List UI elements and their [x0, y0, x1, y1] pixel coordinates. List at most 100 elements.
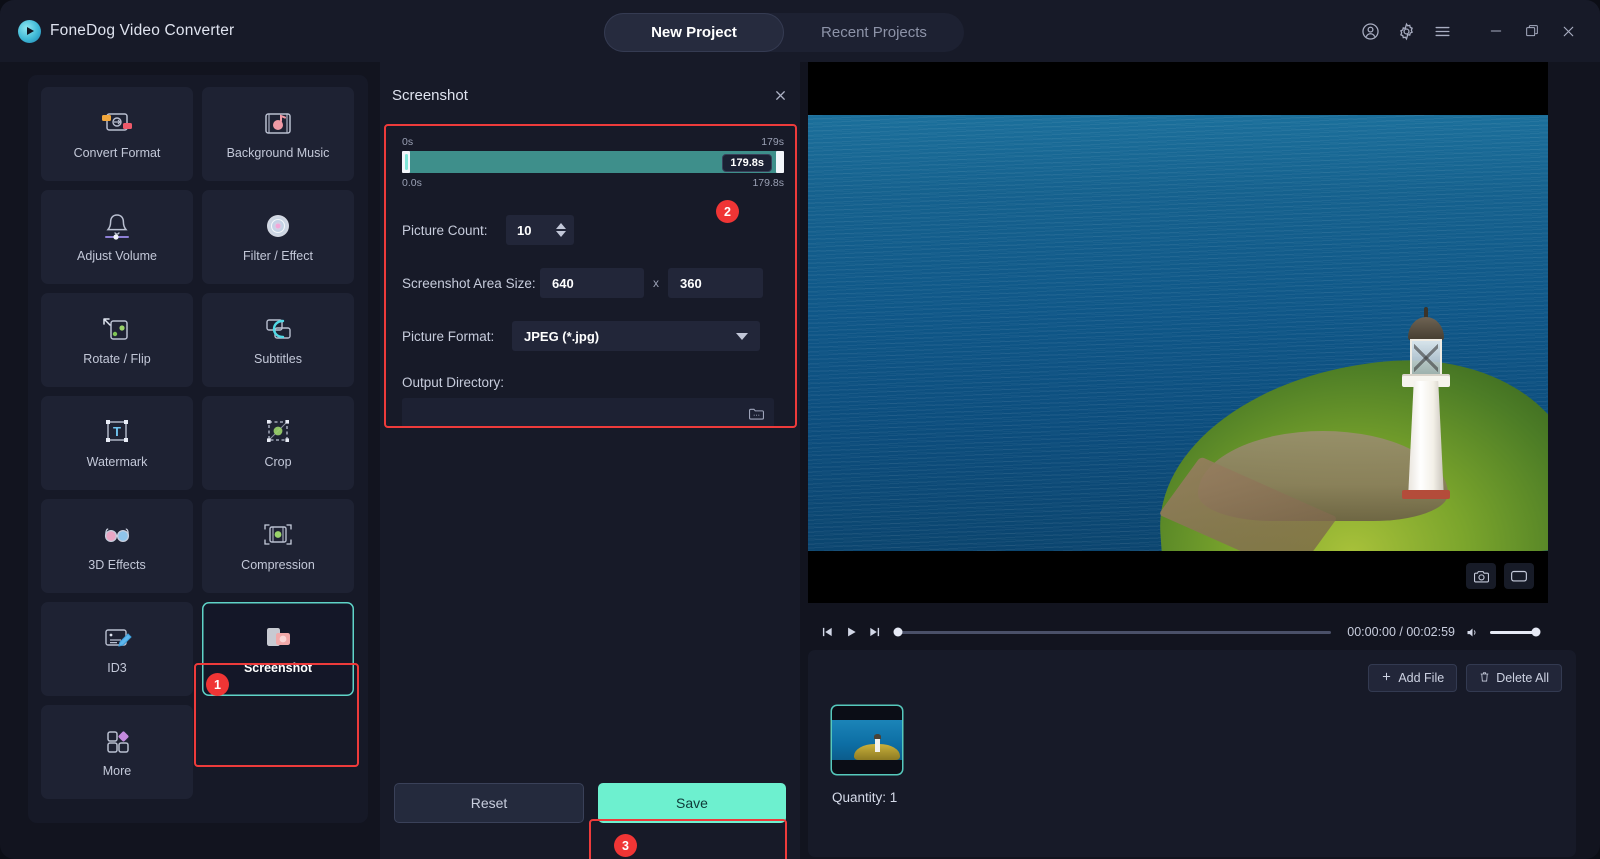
app-title: FoneDog Video Converter [50, 22, 235, 39]
timeline-track[interactable]: 179.8s [402, 151, 784, 173]
tool-tile-convert-format[interactable]: Convert Format [41, 87, 193, 181]
account-icon[interactable] [1354, 15, 1386, 47]
output-directory-field[interactable] [402, 398, 774, 428]
annotation-badge-1: 1 [206, 673, 229, 696]
tool-label: More [102, 763, 132, 778]
more-icon [100, 727, 134, 757]
tool-tile-more[interactable]: More [41, 705, 193, 799]
background-music-icon [261, 109, 295, 139]
plus-icon [1381, 671, 1392, 685]
svg-text:T: T [113, 424, 121, 439]
delete-all-button[interactable]: Delete All [1466, 664, 1562, 692]
tool-label: Rotate / Flip [83, 351, 151, 366]
close-icon[interactable] [1552, 15, 1584, 47]
settings-form: 0s 179s 179.8s 0.0s 179.8s Picture Count… [388, 120, 792, 428]
picture-format-select[interactable]: JPEG (*.jpg) [512, 321, 760, 351]
volume-knob[interactable] [1531, 627, 1541, 637]
tool-tile-watermark[interactable]: T Watermark [41, 396, 193, 490]
save-button[interactable]: Save [598, 783, 786, 823]
tool-tile-adjust-volume[interactable]: Adjust Volume [41, 190, 193, 284]
tool-tile-rotate-flip[interactable]: Rotate / Flip [41, 293, 193, 387]
skip-previous-icon[interactable] [820, 625, 834, 639]
compression-icon [261, 521, 295, 551]
picture-format-value: JPEG (*.jpg) [524, 328, 600, 344]
panel-title: Screenshot [392, 86, 468, 104]
rotate-flip-icon [100, 315, 134, 345]
adjust-volume-icon [100, 212, 134, 242]
screenshot-area-size-row: Screenshot Area Size: x [402, 268, 792, 298]
timeline-current-start: 0.0s [402, 177, 422, 189]
camera-icon[interactable] [1466, 563, 1496, 589]
lighthouse-dome [1408, 317, 1444, 341]
maximize-icon[interactable] [1516, 15, 1548, 47]
output-directory-input[interactable] [402, 406, 748, 420]
tool-label: ID3 [107, 660, 127, 675]
timeline-top-labels: 0s 179s [402, 136, 784, 148]
title-bar: FoneDog Video Converter New Project Rece… [0, 0, 1600, 62]
tool-label: Crop [264, 454, 292, 469]
tool-label: Adjust Volume [77, 248, 157, 263]
folder-icon[interactable] [748, 406, 765, 421]
application-window: FoneDog Video Converter New Project Rece… [0, 0, 1600, 859]
area-height-input[interactable] [668, 268, 763, 298]
tab-new-project[interactable]: New Project [604, 13, 784, 52]
tool-tile-3d-effects[interactable]: 3D Effects [41, 499, 193, 593]
tool-label: Filter / Effect [243, 248, 313, 263]
crop-icon [261, 418, 295, 448]
reset-button[interactable]: Reset [394, 783, 584, 823]
volume-icon[interactable] [1465, 625, 1480, 640]
output-directory-row: Output Directory: [402, 375, 792, 390]
tool-tile-compression[interactable]: Compression [202, 499, 354, 593]
timeline-current-end: 179.8s [752, 177, 784, 189]
menu-icon[interactable] [1426, 15, 1458, 47]
annotation-badge-2: 2 [716, 200, 739, 223]
tool-tile-id3[interactable]: ID3 [41, 602, 193, 696]
preview-overlay-buttons [1466, 563, 1534, 589]
skip-next-icon[interactable] [868, 625, 882, 639]
play-icon[interactable] [844, 625, 858, 639]
tool-label: 3D Effects [88, 557, 146, 572]
lighthouse-base [1402, 490, 1450, 499]
chevron-down-icon[interactable] [736, 332, 748, 340]
area-width-input[interactable] [540, 268, 644, 298]
tools-grid: Convert Format Background Music Adjust V… [41, 87, 355, 799]
screen-icon[interactable] [1504, 563, 1534, 589]
window-controls [1354, 0, 1584, 62]
picture-format-label: Picture Format: [402, 328, 495, 344]
progress-knob[interactable] [893, 627, 903, 637]
stepper-arrows-icon[interactable] [556, 223, 566, 237]
play-circle-icon [18, 19, 41, 43]
file-thumbnail[interactable] [832, 706, 902, 774]
add-file-button[interactable]: Add File [1368, 664, 1458, 692]
tool-label: Subtitles [254, 351, 302, 366]
trash-icon [1479, 671, 1490, 686]
timeline-handle-end[interactable] [776, 151, 784, 173]
tool-label: Convert Format [73, 145, 161, 160]
volume-slider[interactable] [1490, 627, 1541, 637]
stepper-up-icon[interactable] [556, 223, 566, 229]
save-label: Save [676, 795, 708, 811]
picture-count-stepper[interactable]: 10 [506, 215, 574, 245]
lighthouse-lamp-room [1410, 339, 1442, 377]
picture-count-label: Picture Count: [402, 222, 488, 238]
timeline-start-label: 0s [402, 136, 414, 148]
minimize-icon[interactable] [1480, 15, 1512, 47]
tool-label: Watermark [86, 454, 148, 469]
screenshot-settings-panel: Screenshot 0s 179s 179.8s 0.0s 179.8s Pi… [380, 62, 800, 859]
tool-tile-subtitles[interactable]: Subtitles [202, 293, 354, 387]
tool-tile-crop[interactable]: Crop [202, 396, 354, 490]
settings-gear-icon[interactable] [1390, 15, 1422, 47]
video-preview[interactable] [808, 62, 1548, 603]
time-display: 00:00:00 / 00:02:59 [1347, 625, 1455, 639]
stepper-down-icon[interactable] [556, 231, 566, 237]
progress-slider[interactable] [893, 627, 1332, 637]
tool-tile-filter-effect[interactable]: Filter / Effect [202, 190, 354, 284]
close-icon[interactable] [773, 88, 788, 103]
timeline-value-badge: 179.8s [722, 154, 772, 172]
area-size-label: Screenshot Area Size: [402, 275, 536, 291]
tab-recent-projects[interactable]: Recent Projects [784, 13, 964, 52]
tool-tile-background-music[interactable]: Background Music [202, 87, 354, 181]
watermark-icon: T [100, 418, 134, 448]
quantity-label: Quantity: 1 [832, 790, 898, 805]
timeline-handle-start[interactable] [402, 151, 410, 173]
